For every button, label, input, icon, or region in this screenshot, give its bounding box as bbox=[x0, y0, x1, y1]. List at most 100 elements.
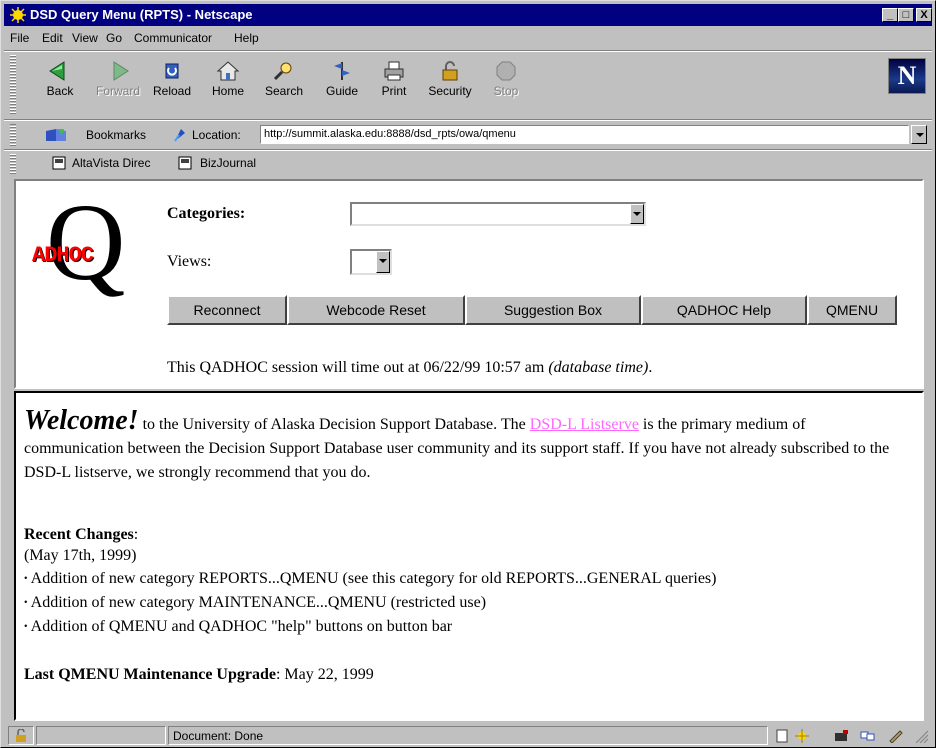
reload-icon bbox=[165, 63, 179, 79]
window-title: DSD Query Menu (RPTS) - Netscape bbox=[30, 7, 253, 22]
url-field[interactable]: http://summit.alaska.edu:8888/dsd_rpts/o… bbox=[260, 125, 909, 144]
change-item-text: Addition of new category REPORTS...QMENU… bbox=[30, 570, 717, 587]
list-item: • Addition of QMENU and QADHOC "help" bu… bbox=[24, 615, 452, 639]
menu-edit[interactable]: Edit bbox=[42, 31, 63, 45]
qadhoc-logo: Q ADHOC bbox=[26, 187, 148, 311]
views-select[interactable] bbox=[350, 249, 392, 275]
welcome-intro: to the University of Alaska Decision Sup… bbox=[138, 416, 530, 433]
guide-icon bbox=[334, 62, 350, 80]
location-grip[interactable] bbox=[10, 124, 16, 146]
list-item: • Addition of new category MAINTENANCE..… bbox=[24, 591, 486, 615]
netscape-logo-icon[interactable]: N bbox=[888, 58, 926, 94]
bookmarks-label[interactable]: Bookmarks bbox=[86, 128, 146, 142]
print-icon bbox=[384, 61, 404, 81]
stop-icon bbox=[496, 61, 516, 81]
welcome-heading: Welcome! bbox=[24, 405, 139, 436]
qmenu-button[interactable]: QMENU bbox=[807, 295, 897, 325]
chevron-down-icon bbox=[916, 133, 924, 137]
netscape-app-icon bbox=[10, 7, 26, 23]
change-item-text: Addition of QMENU and QADHOC "help" butt… bbox=[30, 618, 453, 635]
session-timeout-text: This QADHOC session will time out at 06/… bbox=[167, 359, 652, 377]
discussion-icon[interactable] bbox=[860, 729, 876, 743]
print-button[interactable]: Print bbox=[366, 56, 422, 112]
forward-button[interactable]: Forward bbox=[90, 56, 146, 112]
timeout-message: This QADHOC session will time out at 06/… bbox=[167, 359, 549, 376]
reload-label: Reload bbox=[152, 84, 192, 98]
search-button[interactable]: Search bbox=[256, 56, 312, 112]
categories-select[interactable] bbox=[350, 202, 646, 226]
print-label: Print bbox=[381, 84, 407, 98]
menu-file[interactable]: File bbox=[10, 31, 29, 45]
reconnect-button[interactable]: Reconnect bbox=[167, 295, 287, 325]
close-button[interactable]: X bbox=[916, 8, 932, 22]
suggestion-box-button[interactable]: Suggestion Box bbox=[465, 295, 641, 325]
bookmark-page-icon bbox=[178, 156, 192, 170]
reload-button[interactable]: Reload bbox=[144, 56, 200, 112]
dsd-l-listserve-link[interactable]: DSD-L Listserve bbox=[530, 416, 639, 433]
stop-label: Stop bbox=[493, 84, 519, 98]
mailbox-icon[interactable] bbox=[834, 729, 850, 743]
netscape-logo-letter: N bbox=[897, 61, 917, 90]
navigator-icon[interactable] bbox=[794, 729, 810, 743]
views-dropdown-button[interactable] bbox=[376, 251, 390, 273]
title-bar[interactable]: DSD Query Menu (RPTS) - Netscape _ □ X bbox=[4, 4, 932, 26]
location-toolbar: Bookmarks Location: http://summit.alaska… bbox=[4, 122, 932, 148]
security-lock-icon bbox=[16, 728, 26, 742]
recent-changes-date: (May 17th, 1999) bbox=[24, 547, 137, 564]
url-dropdown-button[interactable] bbox=[911, 125, 927, 144]
close-icon: X bbox=[920, 9, 928, 21]
security-status-cell[interactable] bbox=[8, 726, 34, 745]
location-icon[interactable] bbox=[172, 127, 188, 143]
forward-arrow-icon bbox=[113, 61, 129, 81]
bookmark-bizjournal[interactable]: BizJournal bbox=[200, 156, 256, 170]
home-button[interactable]: Home bbox=[200, 56, 256, 112]
bullet-icon: • bbox=[24, 573, 28, 585]
security-button[interactable]: Security bbox=[422, 56, 478, 112]
back-label: Back bbox=[46, 84, 74, 98]
maximize-icon: □ bbox=[902, 9, 910, 21]
composer-icon[interactable] bbox=[888, 729, 904, 743]
browser-window: DSD Query Menu (RPTS) - Netscape _ □ X F… bbox=[0, 0, 936, 748]
status-bar: Document: Done bbox=[4, 725, 932, 746]
timeout-period: . bbox=[648, 359, 653, 376]
search-icon bbox=[273, 62, 292, 81]
maximize-button[interactable]: □ bbox=[898, 8, 914, 22]
webcode-reset-button[interactable]: Webcode Reset bbox=[287, 295, 465, 325]
menu-view[interactable]: View bbox=[72, 31, 98, 45]
bullet-icon: • bbox=[24, 597, 28, 609]
separator bbox=[4, 149, 932, 151]
back-arrow-icon bbox=[49, 61, 65, 81]
security-label: Security bbox=[428, 84, 472, 98]
progress-cell bbox=[36, 726, 166, 745]
query-frame: Q ADHOC Categories: Views: Reconnect Web… bbox=[14, 179, 924, 389]
navigation-toolbar: Back Forward Reload Home Search Guide Pr… bbox=[4, 52, 932, 118]
menu-communicator[interactable]: Communicator bbox=[134, 31, 212, 45]
guide-label: Guide bbox=[325, 84, 359, 98]
chevron-down-icon bbox=[379, 259, 387, 263]
back-button[interactable]: Back bbox=[32, 56, 88, 112]
menu-go[interactable]: Go bbox=[106, 31, 122, 45]
resize-grip-icon[interactable] bbox=[914, 729, 930, 743]
security-lock-icon bbox=[442, 61, 458, 81]
welcome-paragraph: Welcome! to the University of Alaska Dec… bbox=[24, 407, 904, 485]
forward-label: Forward bbox=[95, 84, 140, 98]
bookmarks-icon[interactable] bbox=[44, 127, 70, 143]
guide-button[interactable]: Guide bbox=[314, 56, 370, 112]
categories-dropdown-button[interactable] bbox=[630, 204, 644, 224]
home-icon bbox=[216, 61, 240, 81]
recent-changes-title: Recent Changes bbox=[24, 526, 134, 543]
minimize-button[interactable]: _ bbox=[882, 8, 898, 22]
toolbar-grip[interactable] bbox=[10, 54, 16, 114]
logo-adhoc-text: ADHOC bbox=[32, 243, 94, 268]
document-icon bbox=[776, 729, 788, 743]
bookmark-altavista[interactable]: AltaVista Direc bbox=[72, 156, 150, 170]
welcome-frame: Welcome! to the University of Alaska Dec… bbox=[14, 391, 924, 721]
minimize-icon: _ bbox=[886, 9, 894, 21]
logo-q-letter: Q bbox=[46, 181, 126, 303]
qadhoc-help-button[interactable]: QADHOC Help bbox=[641, 295, 807, 325]
stop-button[interactable]: Stop bbox=[478, 56, 534, 112]
status-text: Document: Done bbox=[168, 726, 768, 745]
menu-help[interactable]: Help bbox=[234, 31, 259, 45]
views-label: Views: bbox=[167, 253, 212, 270]
personal-grip[interactable] bbox=[10, 154, 16, 174]
